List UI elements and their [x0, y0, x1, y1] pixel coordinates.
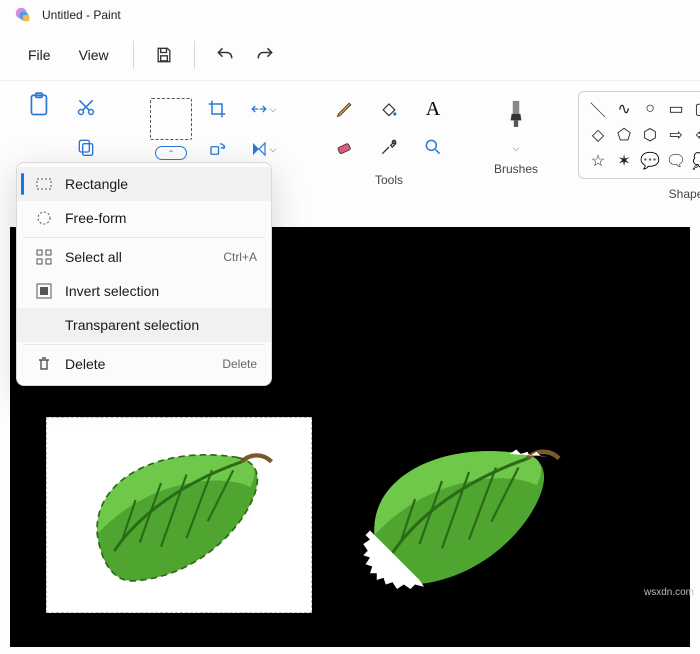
file-menu[interactable]: File — [14, 37, 65, 73]
option-label: Delete — [65, 356, 105, 372]
resize-button[interactable]: ⌵ — [245, 93, 281, 125]
select-dropdown-toggle[interactable]: ⌃ — [155, 146, 187, 160]
dropdown-separator — [23, 344, 265, 345]
brush-tool[interactable] — [498, 91, 534, 139]
option-label: Select all — [65, 249, 122, 265]
paste-button[interactable] — [22, 91, 58, 123]
menu-bar: File View — [0, 30, 700, 80]
text-tool[interactable]: A — [415, 93, 451, 125]
rect-icon[interactable]: ▭ — [668, 99, 683, 119]
option-label: Free-form — [65, 210, 126, 226]
option-label: Rectangle — [65, 176, 128, 192]
option-label: Transparent selection — [65, 317, 199, 333]
color-picker-tool[interactable] — [371, 131, 407, 163]
roundrect-icon[interactable]: ▢ — [694, 99, 700, 119]
line-icon[interactable]: ＼ — [590, 97, 606, 121]
fill-tool[interactable] — [371, 93, 407, 125]
window-title: Untitled - Paint — [42, 8, 121, 22]
brushes-label: Brushes — [494, 162, 538, 176]
pencil-tool[interactable] — [327, 93, 363, 125]
roundcallout-icon[interactable]: 💬 — [640, 151, 660, 171]
crop-button[interactable] — [199, 93, 235, 125]
leaf-image-2 — [340, 427, 580, 607]
5star-icon[interactable]: ☆ — [591, 151, 605, 171]
shortcut-label: Ctrl+A — [223, 250, 257, 264]
delete-option[interactable]: Delete Delete — [17, 347, 271, 381]
trash-icon — [35, 356, 53, 372]
brushes-group: ⌵ Brushes — [484, 87, 548, 207]
brush-dropdown[interactable]: ⌵ — [513, 143, 520, 154]
redo-button[interactable] — [245, 37, 285, 73]
paint-app-icon — [14, 6, 32, 24]
invert-selection-option[interactable]: Invert selection — [17, 274, 271, 308]
pentagon-icon[interactable]: ⬠ — [617, 125, 631, 145]
selection-marquee[interactable] — [46, 417, 312, 613]
menu-divider — [194, 41, 195, 69]
cloudcallout-icon[interactable]: 💭 — [692, 151, 700, 171]
magnifier-tool[interactable] — [415, 131, 451, 163]
save-button[interactable] — [144, 37, 184, 73]
transparent-selection-option[interactable]: Transparent selection — [17, 308, 271, 342]
tools-label: Tools — [375, 173, 403, 187]
selection-dropdown: Rectangle Free-form Select all Ctrl+A In… — [16, 162, 272, 386]
select-all-option[interactable]: Select all Ctrl+A — [17, 240, 271, 274]
dropdown-separator — [23, 237, 265, 238]
option-label: Invert selection — [65, 283, 159, 299]
flip-button[interactable]: ⌵ — [245, 133, 281, 165]
rotate-button[interactable] — [199, 133, 235, 165]
shortcut-label: Delete — [222, 357, 257, 371]
6star-icon[interactable]: ✶ — [617, 151, 630, 171]
undo-button[interactable] — [205, 37, 245, 73]
copy-button[interactable] — [68, 131, 104, 163]
leftarrow-icon[interactable]: ⇦ — [695, 125, 700, 145]
select-all-icon — [35, 249, 53, 265]
rectangle-icon — [35, 176, 53, 192]
hexagon-icon[interactable]: ⬡ — [643, 125, 657, 145]
freeform-icon — [35, 210, 53, 226]
eraser-tool[interactable] — [327, 131, 363, 163]
ovalcallout-icon[interactable]: 🗨 — [666, 151, 686, 171]
shapes-group: ＼ ∿ ○ ▭ ▢ ⬠ △ ◺ ◇ ⬠ ⬡ ⇨ ⇦ ⇧ ⇩ ✧ ☆ ✶ 💬 🗨 … — [568, 87, 700, 207]
selected-indicator — [21, 173, 24, 195]
diamond-icon[interactable]: ◇ — [592, 125, 604, 145]
title-bar: Untitled - Paint — [0, 0, 700, 30]
leaf-image-1 — [63, 432, 293, 602]
cut-button[interactable] — [68, 91, 104, 123]
watermark: wsxdn.com — [644, 587, 694, 598]
menu-divider — [133, 41, 134, 69]
select-tool[interactable]: ⌃ — [150, 98, 192, 160]
tools-group: A Tools — [314, 87, 464, 207]
invert-icon — [35, 283, 53, 299]
curve-icon[interactable]: ∿ — [617, 99, 630, 119]
freeform-select-option[interactable]: Free-form — [17, 201, 271, 235]
shapes-gallery[interactable]: ＼ ∿ ○ ▭ ▢ ⬠ △ ◺ ◇ ⬠ ⬡ ⇨ ⇦ ⇧ ⇩ ✧ ☆ ✶ 💬 🗨 … — [578, 91, 700, 179]
rectangle-select-option[interactable]: Rectangle — [17, 167, 271, 201]
rightarrow-icon[interactable]: ⇨ — [669, 125, 682, 145]
view-menu[interactable]: View — [65, 37, 123, 73]
shapes-label: Shapes — [669, 187, 700, 201]
oval-icon[interactable]: ○ — [645, 100, 655, 118]
